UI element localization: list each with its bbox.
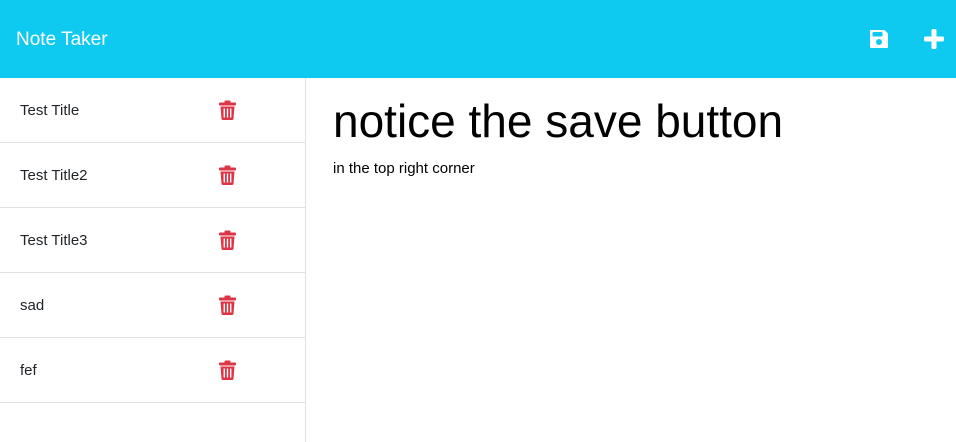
note-list-item[interactable]: sad bbox=[0, 273, 305, 338]
note-title[interactable]: fef bbox=[20, 362, 37, 379]
navbar-actions bbox=[867, 27, 946, 51]
plus-icon[interactable] bbox=[922, 27, 946, 51]
note-editor: notice the save button in the top right … bbox=[307, 78, 956, 442]
trash-icon[interactable] bbox=[219, 100, 236, 120]
note-title[interactable]: sad bbox=[20, 297, 44, 314]
note-list-item[interactable]: fef bbox=[0, 338, 305, 403]
note-title[interactable]: Test Title bbox=[20, 102, 79, 119]
note-list: Test Title Test Title2 Test Title3 sad f… bbox=[0, 78, 305, 403]
note-list-item[interactable]: Test Title2 bbox=[0, 143, 305, 208]
note-list-panel: Test Title Test Title2 Test Title3 sad f… bbox=[0, 78, 306, 442]
note-title[interactable]: Test Title3 bbox=[20, 232, 88, 249]
save-icon[interactable] bbox=[867, 27, 891, 51]
note-title-field[interactable]: notice the save button bbox=[333, 94, 783, 148]
trash-icon[interactable] bbox=[219, 295, 236, 315]
note-text-field[interactable]: in the top right corner bbox=[333, 160, 475, 177]
brand-link[interactable]: Note Taker bbox=[16, 30, 108, 49]
note-list-item[interactable]: Test Title3 bbox=[0, 208, 305, 273]
trash-icon[interactable] bbox=[219, 360, 236, 380]
navbar: Note Taker bbox=[0, 0, 956, 78]
note-list-item[interactable]: Test Title bbox=[0, 78, 305, 143]
trash-icon[interactable] bbox=[219, 165, 236, 185]
note-title[interactable]: Test Title2 bbox=[20, 167, 88, 184]
trash-icon[interactable] bbox=[219, 230, 236, 250]
